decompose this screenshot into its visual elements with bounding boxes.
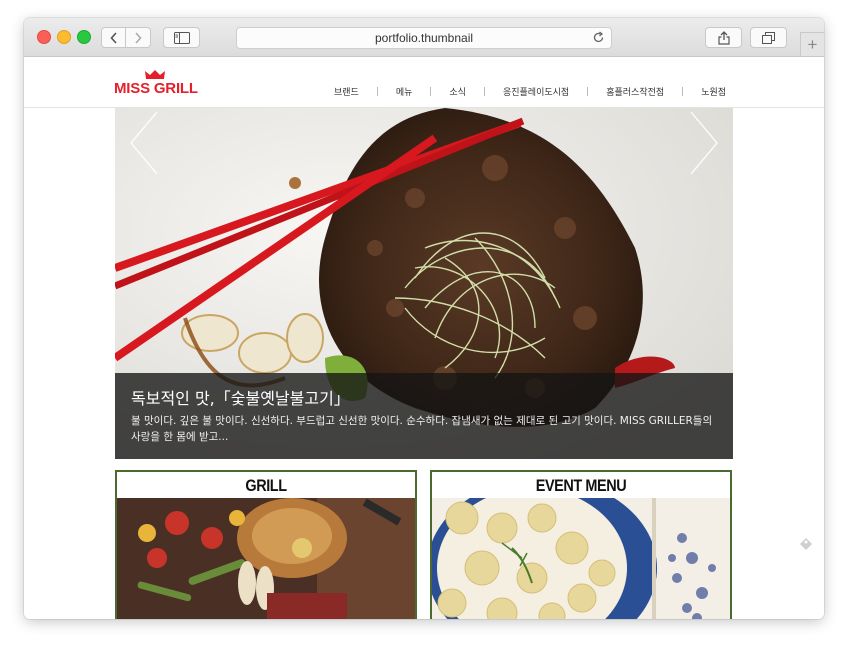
forward-button[interactable] [126,27,151,48]
grill-card[interactable]: GRILL [115,470,417,619]
hero-description: 불 맛이다. 깊은 불 맛이다. 신선하다. 부드럽고 신선한 맛이다. 순수하… [131,415,713,443]
url-text: portfolio.thumbnail [374,31,474,45]
browser-toolbar: portfolio.thumbnail + [24,18,824,57]
minimize-window-button[interactable] [57,30,71,44]
grill-card-image [117,498,415,619]
forward-arrow-icon [135,31,142,44]
nav-divider [430,87,432,96]
show-tabs-button[interactable] [750,27,787,48]
sidebar-icon [173,31,190,44]
share-icon [717,30,730,45]
slider-next-icon[interactable] [683,108,723,178]
nav-item-store-2[interactable]: 홈플러스작전점 [606,85,664,98]
nav-item-brand[interactable]: 브랜드 [334,85,359,98]
reload-icon[interactable] [592,31,605,44]
zoom-window-button[interactable] [77,30,91,44]
slider-prev-icon[interactable] [125,108,165,178]
tag-icon[interactable] [798,536,814,552]
main-navigation: 브랜드 메뉴 소식 응진플레이도시점 홈플러스작전점 노원점 [334,85,726,98]
nav-divider [376,87,378,96]
page-content: MISS GRILL 브랜드 메뉴 소식 응진플레이도시점 홈플러스작전점 노원… [24,57,824,619]
browser-window: portfolio.thumbnail + MISS GRILL 브랜드 메뉴 [24,18,824,619]
plus-icon: + [807,34,818,54]
tabs-icon [762,31,775,44]
nav-divider [587,87,589,96]
nav-divider [483,87,485,96]
back-arrow-icon [109,31,117,44]
logo-text: MISS GRILL [114,80,198,97]
share-button[interactable] [705,27,742,48]
address-bar[interactable]: portfolio.thumbnail [236,27,612,49]
hero-title: 독보적인 맛,「숯불옛날불고기」 [131,389,350,408]
nav-item-menu[interactable]: 메뉴 [396,85,413,98]
event-menu-card[interactable]: EVENT MENU [430,470,732,619]
hero-caption: 독보적인 맛,「숯불옛날불고기」 불 맛이다. 깊은 불 맛이다. 신선하다. … [115,373,733,459]
site-logo[interactable]: MISS GRILL [114,67,214,101]
new-tab-button[interactable]: + [800,32,824,56]
sidebar-toggle-button[interactable] [163,27,200,48]
site-header: MISS GRILL 브랜드 메뉴 소식 응진플레이도시점 홈플러스작전점 노원… [24,57,824,108]
hero-slider: 독보적인 맛,「숯불옛날불고기」 불 맛이다. 깊은 불 맛이다. 신선하다. … [115,108,733,459]
nav-item-store-1[interactable]: 응진플레이도시점 [503,85,569,98]
back-button[interactable] [101,27,126,48]
nav-divider [682,87,684,96]
close-window-button[interactable] [37,30,51,44]
crown-icon [145,70,165,79]
event-menu-card-image [432,498,730,619]
grill-card-title: GRILL [245,476,287,495]
nav-item-news[interactable]: 소식 [449,85,466,98]
nav-item-store-3[interactable]: 노원점 [701,85,726,98]
event-menu-card-title: EVENT MENU [535,476,627,495]
